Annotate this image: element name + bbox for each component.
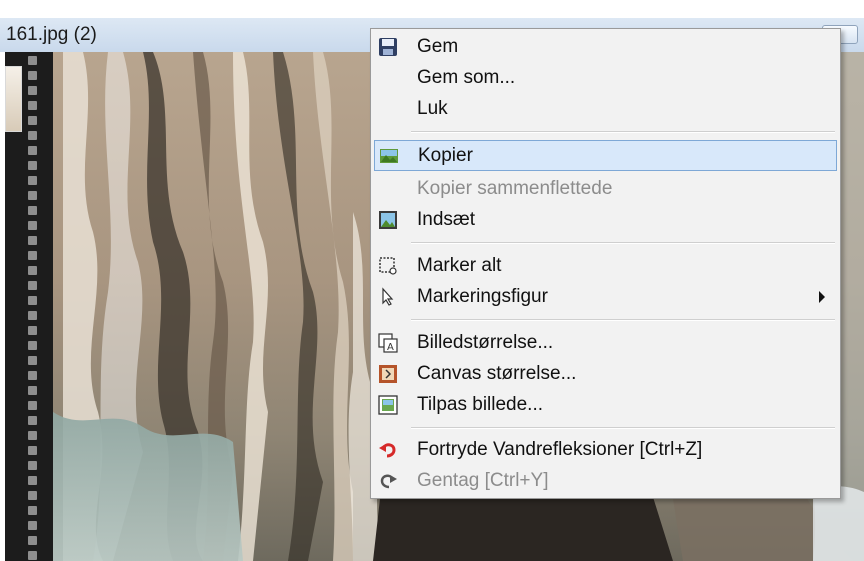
- menu-item-label: Marker alt: [417, 255, 502, 276]
- copy-image-icon: [380, 149, 398, 163]
- film-sprocket-hole: [28, 71, 37, 80]
- film-sprocket-hole: [28, 386, 37, 395]
- film-sprocket-hole: [28, 101, 37, 110]
- film-sprocket-hole: [28, 236, 37, 245]
- menu-item-canvas-size[interactable]: Canvas størrelse...: [374, 359, 837, 390]
- svg-text:A: A: [387, 342, 394, 353]
- menu-item-label: Luk: [417, 98, 448, 119]
- menu-item-label: Kopier: [418, 145, 473, 166]
- pointer-icon: [382, 287, 394, 306]
- menu-item-label: Billedstørrelse...: [417, 332, 554, 353]
- film-sprocket-hole: [28, 416, 37, 425]
- film-sprocket-hole: [28, 536, 37, 545]
- film-sprocket-hole: [28, 116, 37, 125]
- thumbnail[interactable]: [5, 66, 22, 132]
- film-sprocket-hole: [28, 326, 37, 335]
- undo-icon: [379, 443, 396, 458]
- menu-item-paste[interactable]: Indsæt: [374, 205, 837, 236]
- film-sprocket-hole: [28, 266, 37, 275]
- film-sprocket-hole: [28, 551, 37, 560]
- menu-item-label: Fortryde Vandrefleksioner [Ctrl+Z]: [417, 439, 703, 460]
- menu-item-label: Gem som...: [417, 67, 516, 88]
- redo-icon: [380, 474, 397, 489]
- image-size-icon: A: [378, 333, 398, 353]
- film-sprocket-hole: [28, 401, 37, 410]
- film-sprocket-hole: [28, 191, 37, 200]
- menu-item-selection-shape[interactable]: Markeringsfigur: [374, 282, 837, 313]
- film-sprocket-hole: [28, 446, 37, 455]
- film-sprocket-hole: [28, 281, 37, 290]
- film-sprocket-hole: [28, 86, 37, 95]
- submenu-arrow-icon: [819, 291, 825, 303]
- menu-separator: [411, 242, 835, 244]
- film-sprocket-hole: [28, 521, 37, 530]
- film-sprocket-hole: [28, 146, 37, 155]
- film-sprocket-hole: [28, 131, 37, 140]
- image-window: 161.jpg (2) Gem Gem som... Luk Kopier Ko…: [0, 0, 864, 561]
- save-icon: [379, 38, 397, 56]
- menu-item-close[interactable]: Luk: [374, 94, 837, 125]
- menu-item-label: Canvas størrelse...: [417, 363, 577, 384]
- film-strip: [5, 52, 53, 561]
- menu-item-redo[interactable]: Gentag [Ctrl+Y]: [374, 466, 837, 497]
- fit-image-icon: [378, 395, 398, 415]
- film-sprocket-hole: [28, 206, 37, 215]
- film-sprocket-hole: [28, 356, 37, 365]
- film-sprocket-hole: [28, 461, 37, 470]
- film-sprocket-hole: [28, 506, 37, 515]
- menu-separator: [411, 319, 835, 321]
- menu-item-label: Gentag [Ctrl+Y]: [417, 470, 549, 491]
- menu-item-label: Indsæt: [417, 209, 476, 230]
- film-sprocket-hole: [28, 491, 37, 500]
- menu-separator: [411, 131, 835, 133]
- context-menu: Gem Gem som... Luk Kopier Kopier sammenf…: [370, 28, 841, 499]
- film-sprocket-hole: [28, 431, 37, 440]
- film-sprocket-hole: [28, 341, 37, 350]
- menu-item-fit-image[interactable]: Tilpas billede...: [374, 390, 837, 421]
- top-margin: [0, 0, 864, 18]
- menu-item-select-all[interactable]: Marker alt: [374, 251, 837, 282]
- menu-item-label: Kopier sammenflettede: [417, 178, 613, 199]
- film-sprocket-hole: [28, 371, 37, 380]
- film-sprocket-hole: [28, 296, 37, 305]
- paste-image-icon: [379, 211, 397, 229]
- menu-item-undo[interactable]: Fortryde Vandrefleksioner [Ctrl+Z]: [374, 435, 837, 466]
- film-sprocket-hole: [28, 161, 37, 170]
- film-sprocket-hole: [28, 221, 37, 230]
- film-sprocket-hole: [28, 251, 37, 260]
- menu-item-save-as[interactable]: Gem som...: [374, 63, 837, 94]
- select-all-icon: [379, 257, 397, 275]
- window-title: 161.jpg (2): [6, 24, 97, 45]
- menu-item-label: Gem: [417, 36, 459, 57]
- canvas-size-icon: [379, 365, 397, 383]
- film-sprocket-hole: [28, 311, 37, 320]
- menu-item-label: Markeringsfigur: [417, 286, 548, 307]
- menu-separator: [411, 427, 835, 429]
- menu-item-save[interactable]: Gem: [374, 32, 837, 63]
- menu-item-label: Tilpas billede...: [417, 394, 544, 415]
- menu-item-image-size[interactable]: A Billedstørrelse...: [374, 328, 837, 359]
- menu-item-copy[interactable]: Kopier: [374, 140, 837, 171]
- menu-item-copy-merged[interactable]: Kopier sammenflettede: [374, 174, 837, 205]
- film-sprocket-hole: [28, 56, 37, 65]
- film-sprocket-hole: [28, 476, 37, 485]
- film-sprocket-hole: [28, 176, 37, 185]
